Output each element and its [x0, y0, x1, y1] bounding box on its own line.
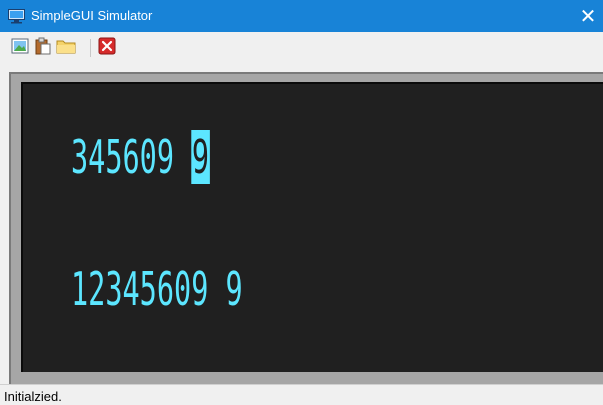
window-title: SimpleGUI Simulator — [31, 8, 153, 23]
lcd-display[interactable]: 345609 9 12345609 9 — [21, 82, 603, 372]
image-icon — [11, 37, 29, 60]
lcd-line-1: 345609 9 — [71, 130, 210, 184]
monitor-icon — [8, 8, 25, 24]
toolbar-divider — [90, 39, 91, 57]
lcd-line-1-text: 345609 — [71, 130, 192, 184]
lcd-frame: 345609 9 12345609 9 — [9, 72, 603, 384]
folder-icon — [56, 37, 76, 60]
title-bar[interactable]: SimpleGUI Simulator ✕ — [0, 0, 603, 32]
close-button[interactable]: ✕ — [573, 0, 603, 32]
paste-button[interactable] — [33, 37, 53, 60]
screenshot-button[interactable] — [10, 38, 30, 58]
toolbar — [0, 32, 603, 72]
close-red-icon — [98, 37, 116, 60]
lcd-line-2: 12345609 9 — [71, 262, 243, 316]
open-folder-button[interactable] — [56, 38, 76, 58]
simulator-window: SimpleGUI Simulator ✕ 345609 9 12345609 … — [0, 0, 603, 405]
close-icon: ✕ — [579, 5, 597, 28]
status-bar: Initialzied. — [0, 384, 603, 405]
exit-button[interactable] — [97, 37, 117, 60]
lcd-cursor: 9 — [191, 130, 210, 184]
status-text: Initialzied. — [4, 389, 62, 404]
paste-icon — [34, 37, 52, 60]
